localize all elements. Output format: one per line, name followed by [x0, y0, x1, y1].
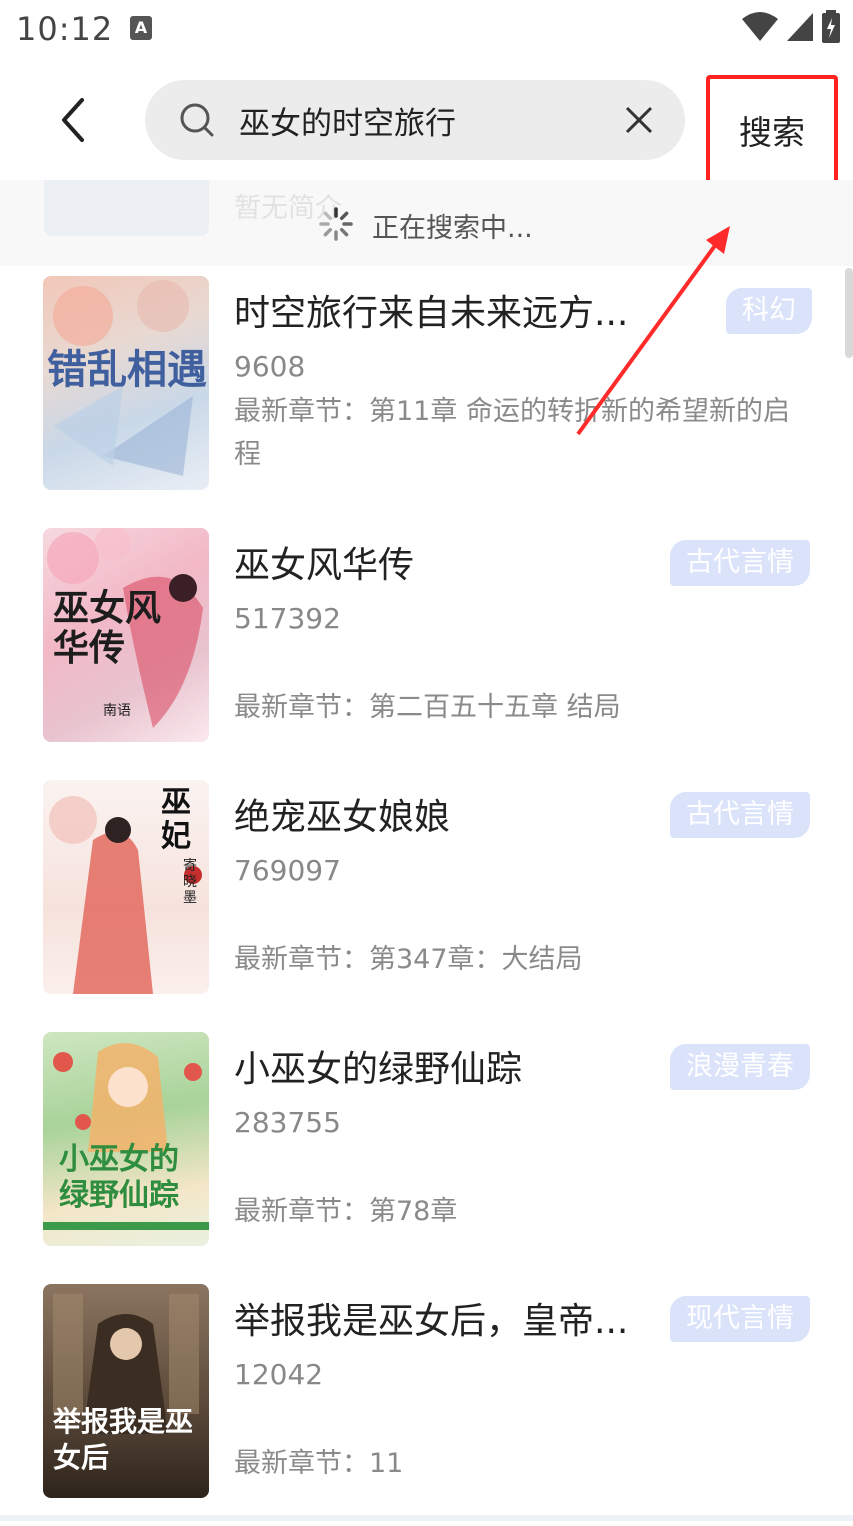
notification-a-icon: A [130, 16, 152, 40]
loading-text: 正在搜索中... [372, 213, 533, 244]
search-input[interactable]: 巫女的时空旅行 [145, 80, 685, 160]
search-icon [180, 103, 214, 137]
list-item[interactable]: 巫女风华传 南语 巫女风华传 517392 最新章节：第二百五十五章 结局 古代… [0, 518, 853, 770]
battery-icon [822, 10, 840, 43]
book-title[interactable]: 绝宠巫女娘娘 [234, 788, 450, 840]
search-button[interactable]: 搜索 [706, 75, 838, 185]
status-bar: 10:12 A [0, 0, 853, 62]
wifi-icon [742, 12, 778, 41]
search-header: 巫女的时空旅行 搜索 [0, 62, 853, 185]
list-item[interactable]: 错乱相遇 时空旅行来自未来远方... 9608 最新章节：第11章 命运的转折新… [0, 266, 853, 518]
book-title[interactable]: 时空旅行来自未来远方... [234, 284, 628, 336]
cover-caption: 巫女风华传 [53, 587, 162, 669]
book-latest-chapter: 最新章节：11 [234, 1448, 404, 1479]
book-tag: 现代言情 [670, 1296, 810, 1342]
book-title[interactable]: 举报我是巫女后，皇帝... [234, 1292, 628, 1344]
status-icons [741, 10, 841, 44]
cover-caption: 举报我是巫女后 [53, 1405, 194, 1474]
book-cover[interactable]: 巫妃 寄晓墨 [43, 780, 209, 994]
book-count: 9608 [234, 350, 306, 383]
cover-author: 南语 [103, 703, 131, 719]
book-tag: 科幻 [726, 288, 812, 334]
signal-icon [787, 13, 813, 41]
book-tag: 古代言情 [670, 792, 810, 838]
book-tag: 古代言情 [670, 540, 810, 586]
book-latest-chapter: 最新章节：第11章 命运的转折新的希望新的启程 [234, 396, 790, 470]
book-count: 283755 [234, 1106, 341, 1139]
book-count: 517392 [234, 602, 341, 635]
cover-caption: 错乱相遇 [47, 346, 207, 393]
book-tag: 浪漫青春 [670, 1044, 810, 1090]
cover-caption: 小巫女的绿野仙踪 [59, 1142, 179, 1213]
clear-icon[interactable] [623, 104, 655, 136]
search-query[interactable]: 巫女的时空旅行 [239, 98, 456, 143]
book-title[interactable]: 巫女风华传 [234, 536, 414, 588]
book-count: 12042 [234, 1358, 324, 1391]
list-item[interactable]: 小巫女的绿野仙踪 小巫女的绿野仙踪 283755 最新章节：第78章 浪漫青春 [0, 1022, 853, 1274]
back-arrow-icon[interactable] [54, 92, 94, 148]
book-count: 769097 [234, 854, 341, 887]
book-cover[interactable]: 错乱相遇 [43, 276, 209, 490]
status-time: 10:12 [16, 10, 114, 48]
list-item[interactable]: 举报我是巫女后 举报我是巫女后，皇帝... 12042 最新章节：11 现代言情 [0, 1274, 853, 1526]
book-cover[interactable]: 巫女风华传 南语 [43, 528, 209, 742]
book-latest-chapter: 最新章节：第二百五十五章 结局 [234, 692, 621, 723]
cover-caption: 巫妃 [161, 785, 191, 854]
book-cover[interactable]: 举报我是巫女后 [43, 1284, 209, 1498]
book-cover[interactable]: 小巫女的绿野仙踪 [43, 1032, 209, 1246]
cover-author: 寄晓墨 [183, 858, 197, 906]
loading-spinner-icon [319, 207, 353, 241]
ghost-cover [44, 180, 209, 236]
scrollbar[interactable] [845, 268, 853, 358]
book-title[interactable]: 小巫女的绿野仙踪 [234, 1040, 522, 1092]
bottom-edge [0, 1515, 853, 1521]
book-latest-chapter: 最新章节：第347章：大结局 [234, 944, 583, 975]
loading-indicator: 暂无简介 正在搜索中... [0, 180, 853, 266]
list-item[interactable]: 巫妃 寄晓墨 绝宠巫女娘娘 769097 最新章节：第347章：大结局 古代言情 [0, 770, 853, 1022]
book-latest-chapter: 最新章节：第78章 [234, 1196, 458, 1227]
